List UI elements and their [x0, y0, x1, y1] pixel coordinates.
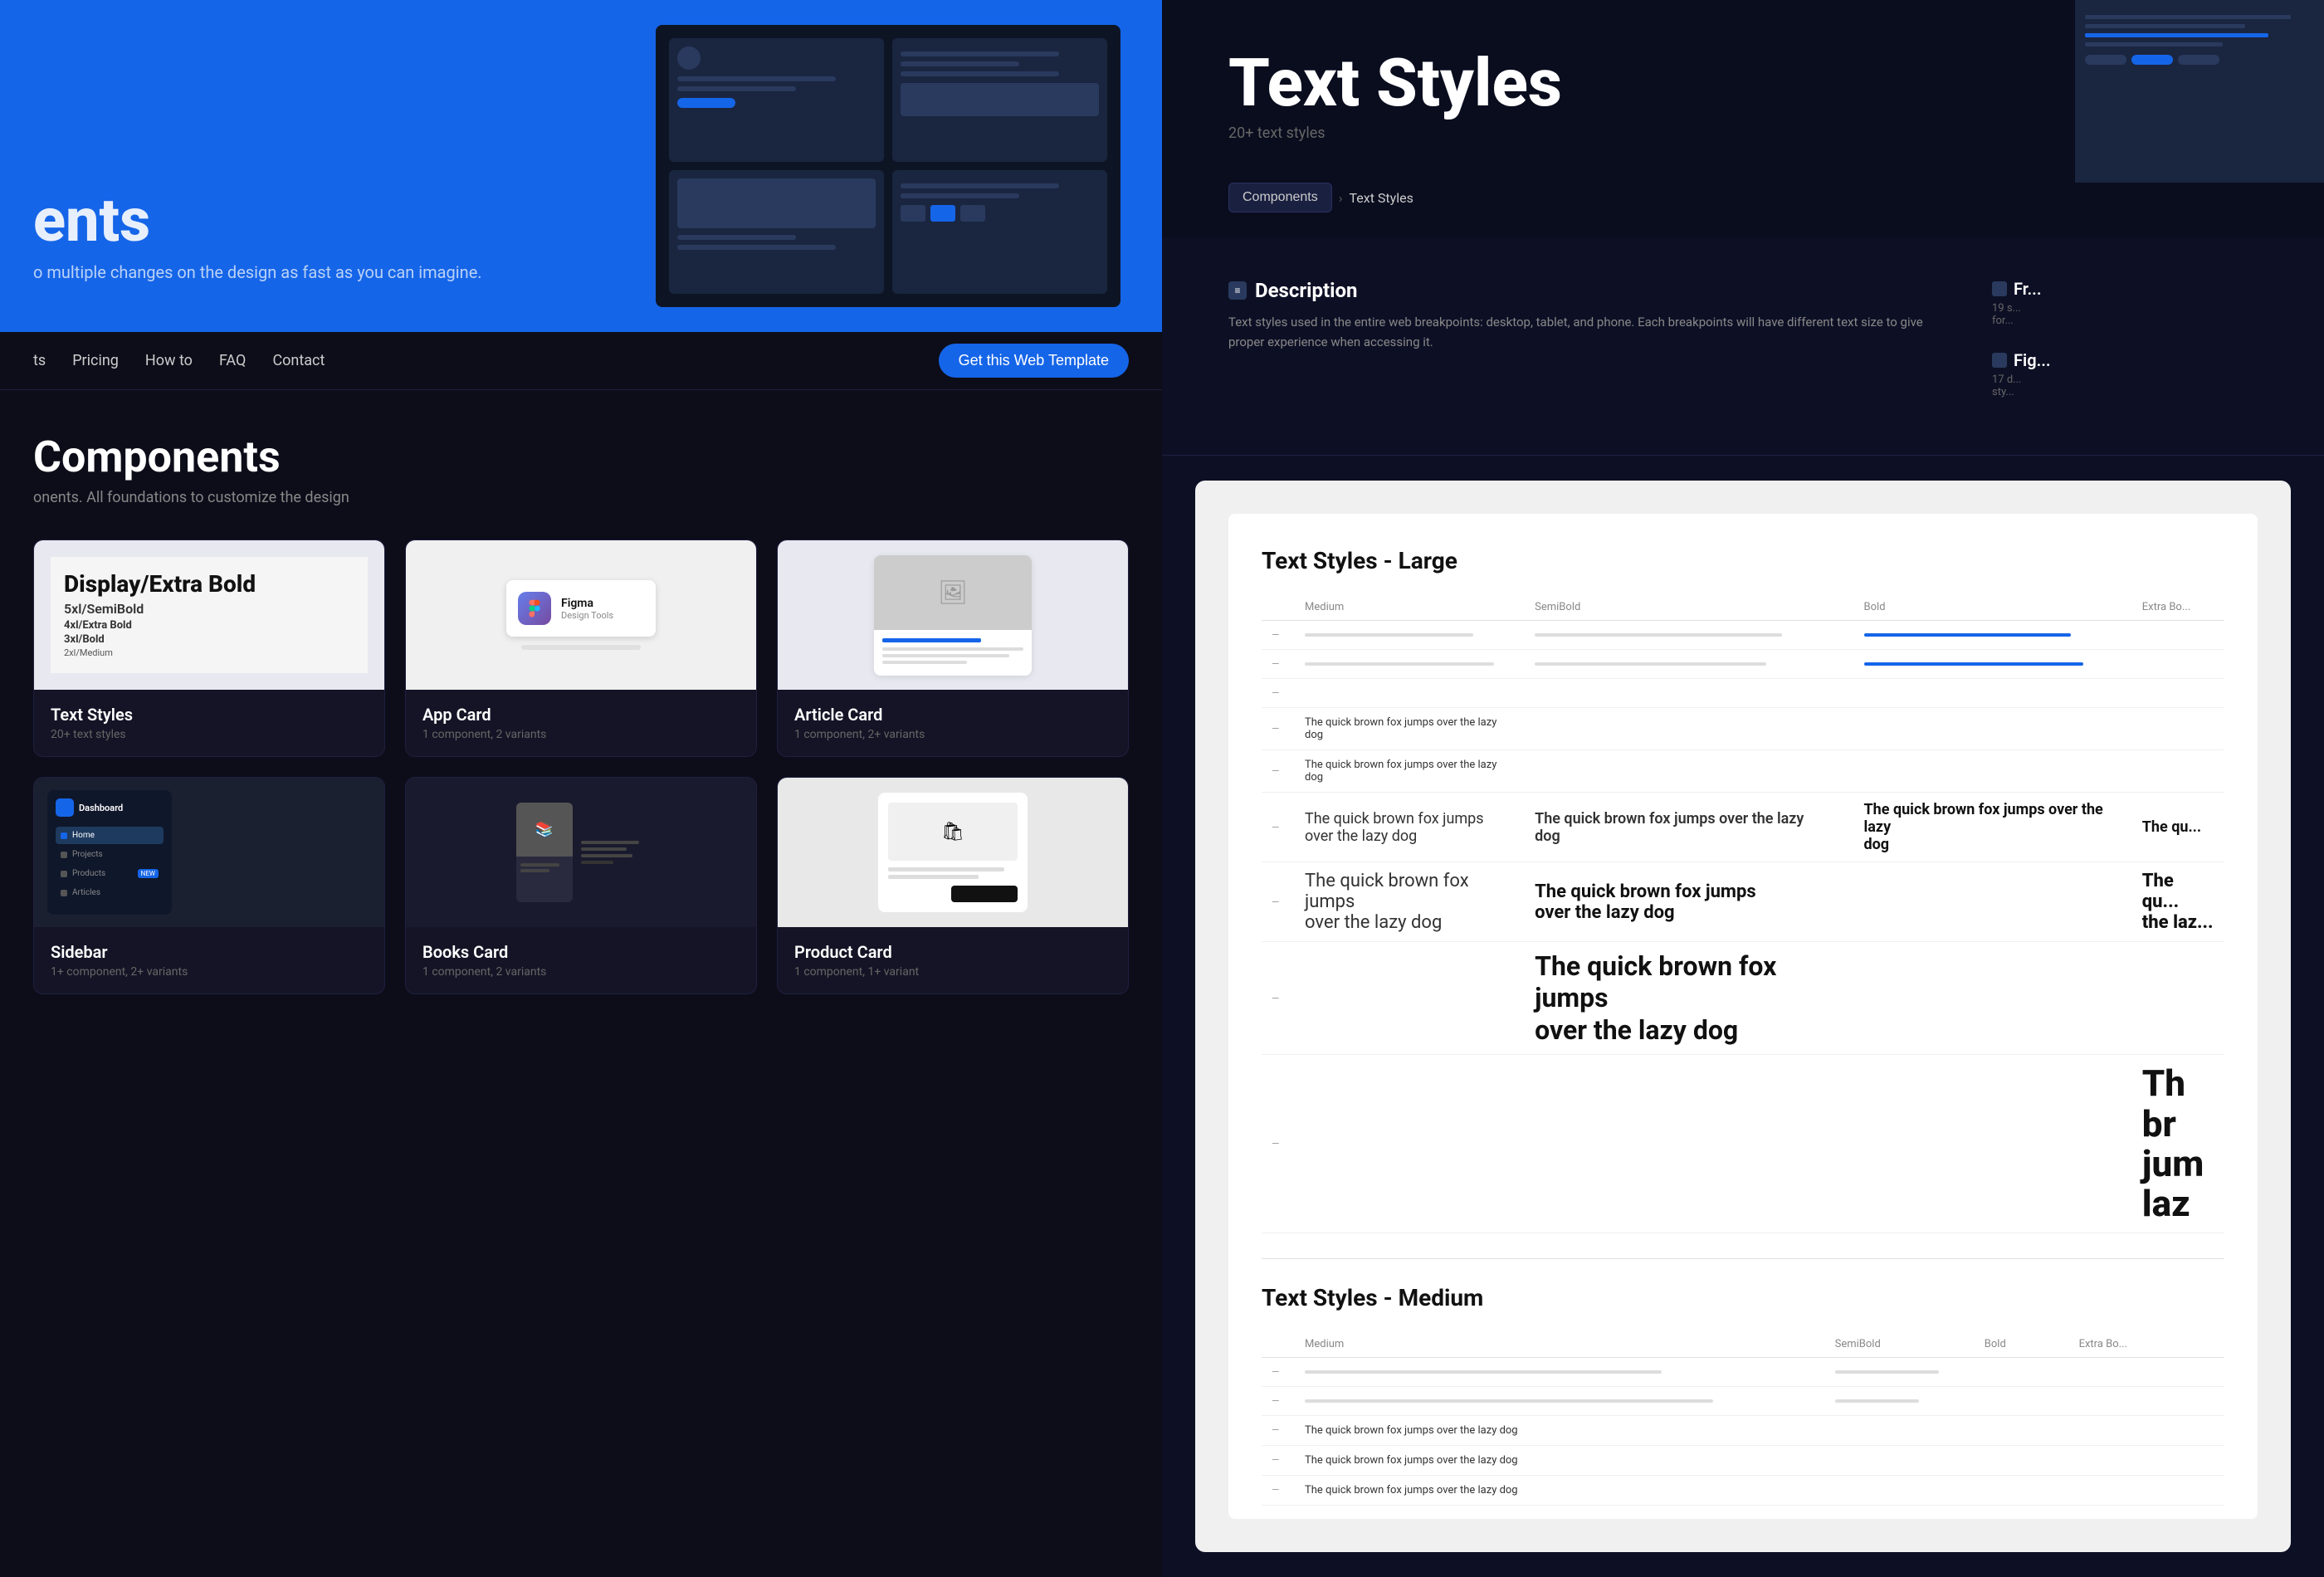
- table-row: — The quick brown fox jumpsover the lazy…: [1262, 793, 2224, 862]
- card-meta-app: 1 component, 2 variants: [422, 728, 740, 741]
- table-row: — The quick brown fox jumps over the laz…: [1262, 750, 2224, 793]
- figma-icon: [518, 592, 551, 625]
- comp-card-books[interactable]: 📚: [405, 777, 757, 994]
- comp-card-sidebar[interactable]: Dashboard Home Projects Products: [33, 777, 385, 994]
- card-name-app: App Card: [422, 705, 740, 725]
- description-area: ≡ Description Text styles used in the en…: [1162, 237, 2324, 456]
- hero-text-overlay: ents o multiple changes on the design as…: [33, 185, 482, 282]
- ts-large-title: Text Styles - Large: [1262, 547, 2224, 574]
- dr-label-1: Fr...: [2014, 279, 2042, 299]
- dr-text-1: 19 s...for...: [1992, 302, 2258, 327]
- th-label: [1262, 594, 1295, 621]
- breadcrumb: Components › Text Styles: [1162, 183, 2324, 237]
- th-label-m: [1262, 1331, 1295, 1358]
- nav-item-pricing[interactable]: Pricing: [72, 352, 119, 369]
- section-title: Components: [33, 432, 1129, 482]
- hero-area: ents o multiple changes on the design as…: [0, 0, 1162, 332]
- th-medium: Medium: [1295, 594, 1525, 621]
- nav-item-howto[interactable]: How to: [145, 352, 193, 369]
- table-row: —: [1262, 650, 2224, 679]
- right-header: Text Styles 20+ text styles: [1162, 0, 2324, 183]
- th-bold-m: Bold: [1975, 1331, 2069, 1358]
- table-row: — The quick brown fox jumps over the laz…: [1262, 1475, 2224, 1505]
- comp-card-article[interactable]: 🖼 Article Card 1 component, 2+ variants: [777, 540, 1129, 757]
- card-name-article: Article Card: [794, 705, 1111, 725]
- table-row: — The quick brown fox jumps over the laz…: [1262, 708, 2224, 750]
- desc-heading-text: Description: [1255, 279, 1358, 302]
- card-meta-sidebar: 1+ component, 2+ variants: [51, 965, 368, 979]
- nav-item-contact[interactable]: Contact: [272, 352, 325, 369]
- breadcrumb-arrow: ›: [1339, 190, 1343, 206]
- card-meta-article: 1 component, 2+ variants: [794, 728, 1111, 741]
- th-bold: Bold: [1854, 594, 2132, 621]
- table-row: —: [1262, 1386, 2224, 1415]
- hero-subtitle: o multiple changes on the design as fast…: [33, 262, 482, 282]
- left-panel: ents o multiple changes on the design as…: [0, 0, 1162, 1577]
- card-name-product: Product Card: [794, 942, 1111, 962]
- th-semibold: SemiBold: [1525, 594, 1853, 621]
- preview-sheet: Text Styles - Large Medium SemiBold Bold…: [1228, 514, 2258, 1519]
- hero-title: ents: [33, 185, 482, 256]
- nav-item-faq[interactable]: FAQ: [219, 352, 246, 369]
- components-section: Components onents. All foundations to cu…: [0, 390, 1162, 1577]
- hero-mockup: [656, 25, 1120, 307]
- desc-text: Text styles used in the entire web break…: [1228, 312, 1942, 352]
- section-subtitle: onents. All foundations to customize the…: [33, 489, 1129, 506]
- card-meta-product: 1 component, 1+ variant: [794, 965, 1111, 979]
- corner-mockup: [2075, 0, 2324, 183]
- desc-right-item-1: Fr... 19 s...for...: [1992, 279, 2258, 327]
- card-meta-books: 1 component, 2 variants: [422, 965, 740, 979]
- cards-grid: Display/Extra Bold 5xl/SemiBold 4xl/Extr…: [33, 540, 1129, 994]
- navbar: ts Pricing How to FAQ Contact Get this W…: [0, 332, 1162, 390]
- th-semibold-m: SemiBold: [1825, 1331, 1975, 1358]
- table-row: — The quick brown fox jumpsover the lazy…: [1262, 862, 2224, 942]
- dr-label-2: Fig...: [2014, 350, 2051, 370]
- th-extrabold: Extra Bo...: [2132, 594, 2224, 621]
- breadcrumb-parent[interactable]: Components: [1228, 183, 1332, 212]
- breadcrumb-current: Text Styles: [1350, 190, 1413, 206]
- card-name-sidebar: Sidebar: [51, 942, 368, 962]
- preview-area: Text Styles - Large Medium SemiBold Bold…: [1195, 481, 2291, 1552]
- card-name-ts: Text Styles: [51, 705, 368, 725]
- comp-card-text-styles[interactable]: Display/Extra Bold 5xl/SemiBold 4xl/Extr…: [33, 540, 385, 757]
- table-row: — The quick brown fox jumpsover the lazy…: [1262, 942, 2224, 1055]
- table-row: —: [1262, 1357, 2224, 1386]
- table-row: — The quick brown fox jumps over the laz…: [1262, 1415, 2224, 1445]
- table-row: — Thbrjumlaz: [1262, 1055, 2224, 1233]
- table-row: —: [1262, 621, 2224, 650]
- th-medium-m: Medium: [1295, 1331, 1825, 1358]
- card-meta-ts: 20+ text styles: [51, 728, 368, 741]
- desc-right-item-2: Fig... 17 d...sty...: [1992, 350, 2258, 398]
- dr-icon-1: [1992, 281, 2007, 296]
- card-name-books: Books Card: [422, 942, 740, 962]
- nav-item-ts[interactable]: ts: [33, 352, 46, 369]
- ts-medium-title: Text Styles - Medium: [1262, 1284, 2224, 1311]
- table-row: — The quick brown fox jumps over the laz…: [1262, 1445, 2224, 1475]
- ts-large-table: Medium SemiBold Bold Extra Bo... —: [1262, 594, 2224, 1233]
- dr-text-2: 17 d...sty...: [1992, 374, 2258, 398]
- comp-card-app[interactable]: Figma Design Tools App Card 1 component,…: [405, 540, 757, 757]
- th-extrabold-m: Extra Bo...: [2069, 1331, 2224, 1358]
- right-panel: Text Styles 20+ text styles Components ›…: [1162, 0, 2324, 1577]
- desc-icon: ≡: [1228, 281, 1247, 300]
- dr-icon-2: [1992, 353, 2007, 368]
- comp-card-product[interactable]: 🛍 Product Card 1 component, 1+ variant: [777, 777, 1129, 994]
- nav-cta-button[interactable]: Get this Web Template: [939, 344, 1129, 378]
- ts-medium-table: Medium SemiBold Bold Extra Bo... —: [1262, 1331, 2224, 1506]
- table-row: —: [1262, 679, 2224, 708]
